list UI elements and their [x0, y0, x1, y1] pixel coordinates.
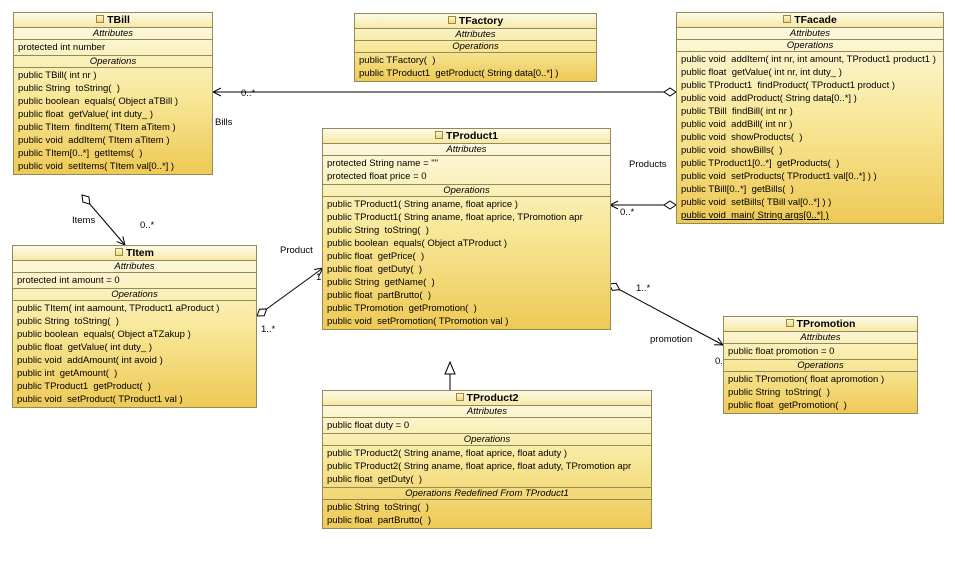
class-icon: [448, 16, 456, 24]
role-items: Items: [72, 215, 95, 226]
operations-body: public TBill( int nr ) public String toS…: [14, 68, 212, 174]
attributes-header: Attributes: [323, 144, 610, 156]
operations-header: Operations: [677, 40, 943, 52]
class-title: TFacade: [677, 13, 943, 28]
operations-header: Operations: [724, 360, 917, 372]
class-tfactory: TFactory Attributes Operations public TF…: [354, 13, 597, 82]
mult-bills: 0..*: [241, 88, 255, 99]
role-promotion: promotion: [650, 334, 692, 345]
class-title: TFactory: [355, 14, 596, 29]
attributes-body: protected int number: [14, 40, 212, 56]
operations-body: public TPromotion( float apromotion ) pu…: [724, 372, 917, 413]
class-title: TProduct1: [323, 129, 610, 144]
attributes-body: protected int amount = 0: [13, 273, 256, 289]
class-tproduct1: TProduct1 Attributes protected String na…: [322, 128, 611, 330]
operations-header: Operations: [323, 185, 610, 197]
class-tpromotion: TPromotion Attributes public float promo…: [723, 316, 918, 414]
class-tproduct2: TProduct2 Attributes public float duty =…: [322, 390, 652, 529]
role-product: Product: [280, 245, 313, 256]
attributes-body: public float duty = 0: [323, 418, 651, 434]
class-tbill: TBill Attributes protected int number Op…: [13, 12, 213, 175]
mult-products: 0..*: [620, 207, 634, 218]
class-titem: TItem Attributes protected int amount = …: [12, 245, 257, 408]
attributes-body: public float promotion = 0: [724, 344, 917, 360]
operations-body: public TItem( int aamount, TProduct1 aPr…: [13, 301, 256, 407]
class-icon: [115, 248, 123, 256]
operations-body: public TProduct1( String aname, float ap…: [323, 197, 610, 329]
class-icon: [456, 393, 464, 401]
class-title: TProduct2: [323, 391, 651, 406]
class-title: TItem: [13, 246, 256, 261]
operations-body: public TProduct2( String aname, float ap…: [323, 446, 651, 488]
attributes-header: Attributes: [13, 261, 256, 273]
attributes-header: Attributes: [724, 332, 917, 344]
static-op: public void main( String args[0..*] ): [681, 210, 829, 221]
operations-header: Operations: [323, 434, 651, 446]
operations-header: Operations: [13, 289, 256, 301]
attributes-body: protected String name = "" protected flo…: [323, 156, 610, 185]
class-icon: [786, 319, 794, 327]
class-icon: [783, 15, 791, 23]
attributes-header: Attributes: [355, 29, 596, 41]
attributes-header: Attributes: [677, 28, 943, 40]
attributes-header: Attributes: [14, 28, 212, 40]
operations-header: Operations: [14, 56, 212, 68]
operations-header: Operations: [355, 41, 596, 53]
redefined-header: Operations Redefined From TProduct1: [323, 488, 651, 500]
class-title: TPromotion: [724, 317, 917, 332]
redefined-body: public String toString( ) public float p…: [323, 500, 651, 528]
mult-items: 0..*: [140, 220, 154, 231]
class-icon: [435, 131, 443, 139]
role-bills: Bills: [215, 117, 232, 128]
role-products: Products: [629, 159, 667, 170]
attributes-header: Attributes: [323, 406, 651, 418]
class-tfacade: TFacade Attributes Operations public voi…: [676, 12, 944, 224]
mult-item-src: 1..*: [261, 324, 275, 335]
class-title: TBill: [14, 13, 212, 28]
class-icon: [96, 15, 104, 23]
mult-item-dst: 1: [316, 272, 321, 283]
mult-prom-src: 1..*: [636, 283, 650, 294]
operations-body: public void addItem( int nr, int amount,…: [677, 52, 943, 223]
operations-body: public TFactory( ) public TProduct1 getP…: [355, 53, 596, 81]
